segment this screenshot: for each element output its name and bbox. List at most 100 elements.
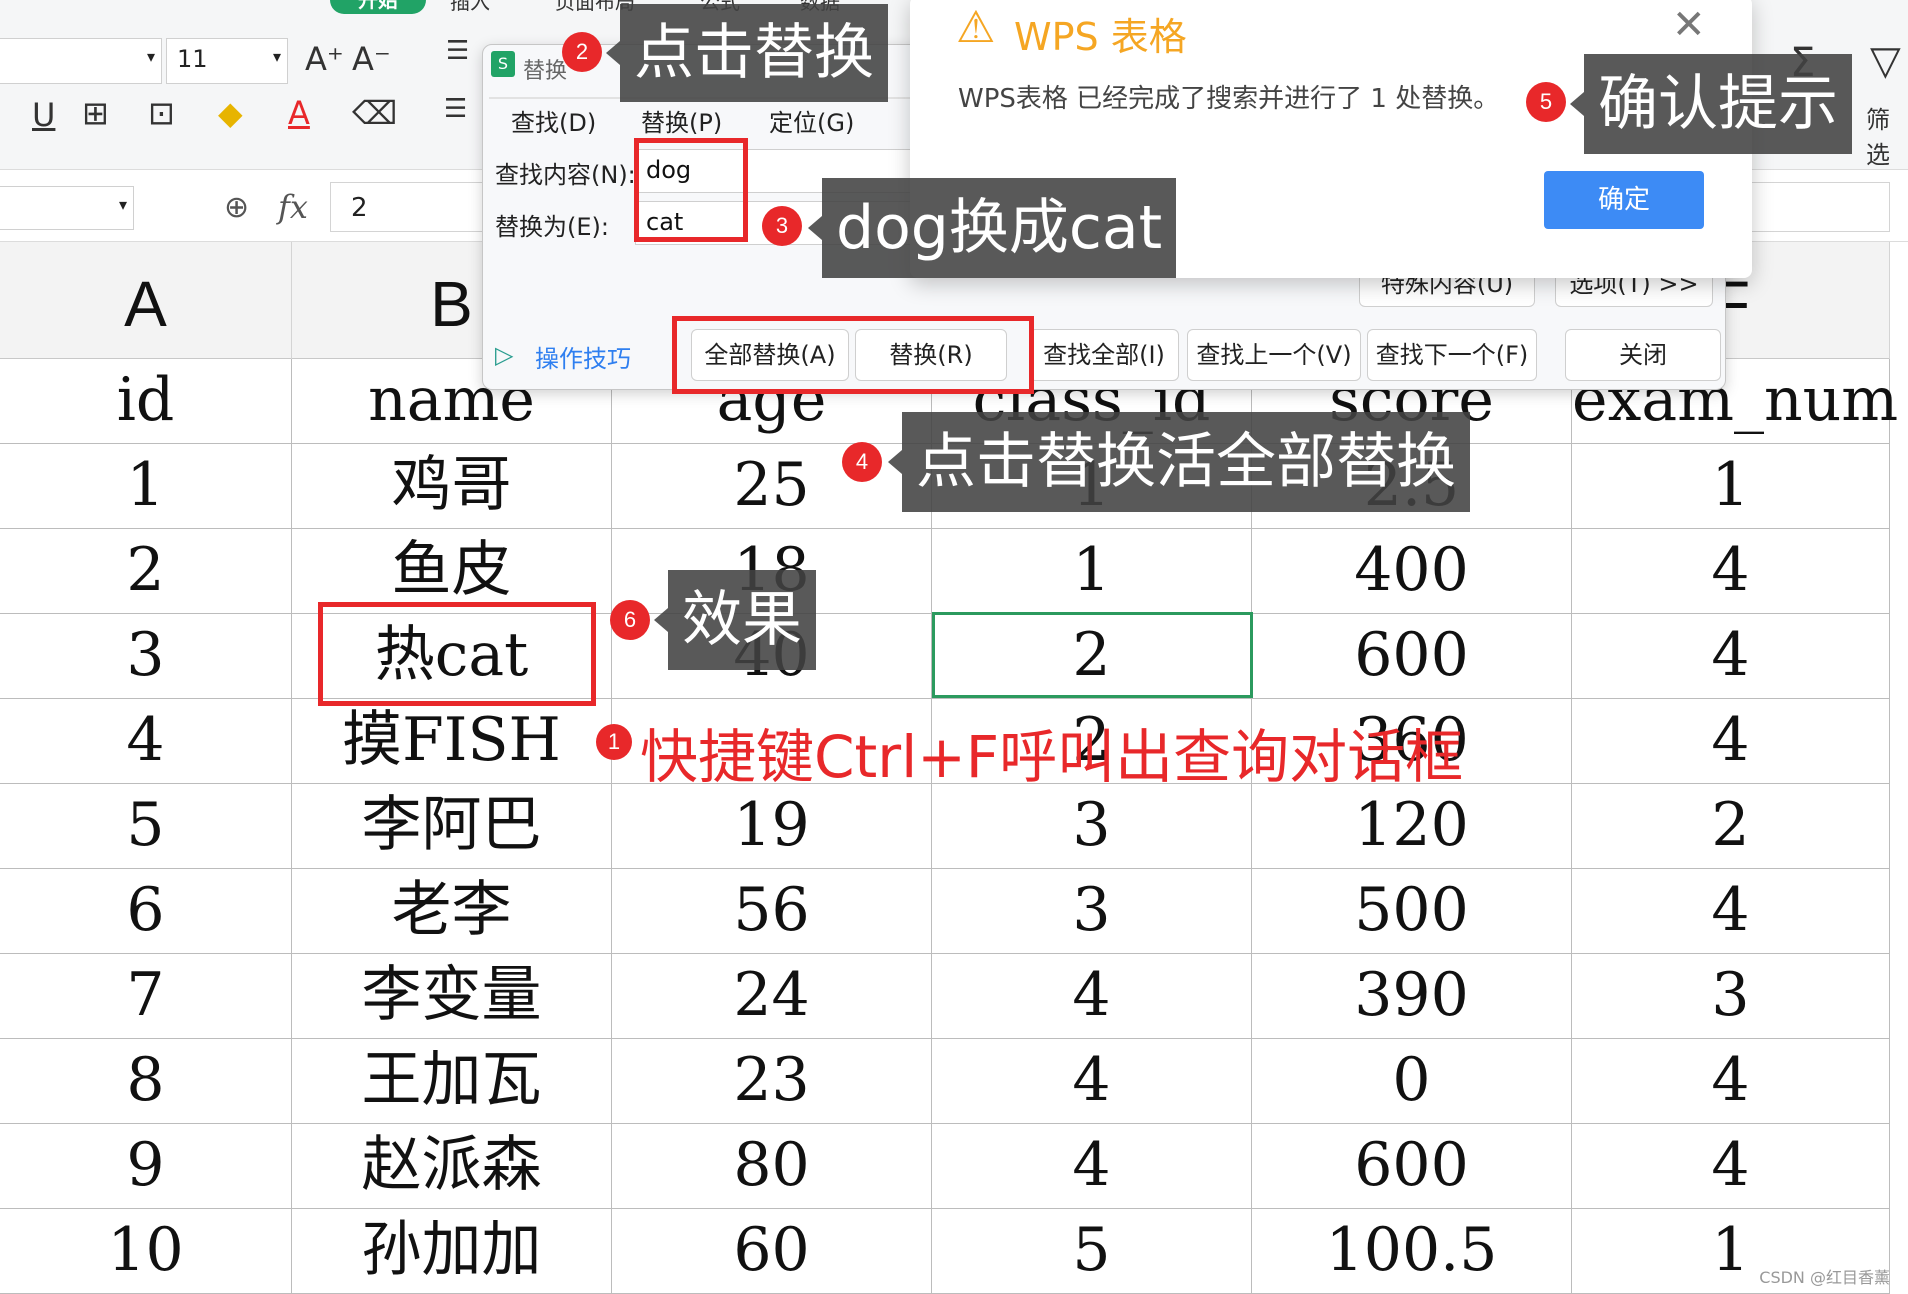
chevron-down-icon: ▾	[272, 47, 281, 66]
cell-name[interactable]: 赵派森	[292, 1124, 612, 1209]
cell-class-id[interactable]: 4	[932, 1124, 1252, 1209]
cell-name[interactable]: 王加瓦	[292, 1039, 612, 1124]
cell-id[interactable]: 8	[0, 1039, 292, 1124]
find-next-button[interactable]: 查找下一个(F)	[1367, 329, 1537, 381]
cell-id[interactable]: 2	[0, 529, 292, 614]
cell-name[interactable]: 李阿巴	[292, 784, 612, 869]
find-previous-button[interactable]: 查找上一个(V)	[1187, 329, 1361, 381]
cell-name[interactable]: 李变量	[292, 954, 612, 1039]
tab-insert[interactable]: 插入	[450, 0, 490, 15]
cell-exam-num[interactable]: 4	[1572, 1039, 1890, 1124]
step-5-callout: 确认提示	[1570, 54, 1852, 154]
cell-exam-num[interactable]: 2	[1572, 784, 1890, 869]
fx-icon[interactable]: fx	[278, 188, 308, 226]
find-all-button[interactable]: 查找全部(I)	[1029, 329, 1179, 381]
cell-age[interactable]: 24	[612, 954, 932, 1039]
header-cell-id[interactable]: id	[0, 359, 292, 444]
cell-score[interactable]: 500	[1252, 869, 1572, 954]
step-badge-2: 2	[562, 32, 602, 72]
message-text: WPS表格 已经完成了搜索并进行了 1 处替换。	[958, 84, 1500, 114]
cell-age[interactable]: 56	[612, 869, 932, 954]
cell-id[interactable]: 9	[0, 1124, 292, 1209]
cell-class-id[interactable]: 1	[932, 529, 1252, 614]
ok-button[interactable]: 确定	[1544, 171, 1704, 229]
underline-icon[interactable]: U	[32, 96, 55, 134]
tab-home[interactable]: 开始	[330, 0, 426, 14]
step-2-callout: 点击替换	[606, 4, 888, 102]
cell-id[interactable]: 1	[0, 444, 292, 529]
warning-icon: ⚠	[956, 2, 996, 53]
zoom-icon[interactable]: ⊕	[224, 190, 249, 225]
cell-class-id[interactable]: 3	[932, 784, 1252, 869]
step-1-caption: 快捷键Ctrl+F呼叫出查询对话框	[640, 723, 1464, 791]
selected-cell-outline	[932, 612, 1253, 698]
step-badge-4: 4	[842, 442, 882, 482]
cell-exam-num[interactable]: 1	[1572, 444, 1890, 529]
cell-score[interactable]: 600	[1252, 1124, 1572, 1209]
cell-class-id[interactable]: 5	[932, 1209, 1252, 1294]
cell-id[interactable]: 6	[0, 869, 292, 954]
font-size-value: 11	[177, 45, 208, 73]
tab-goto[interactable]: 定位(G)	[769, 103, 854, 138]
formula-value: 2	[351, 193, 368, 223]
cell-id[interactable]: 7	[0, 954, 292, 1039]
cell-exam-num[interactable]: 4	[1572, 869, 1890, 954]
border-icon[interactable]: ⊞	[82, 94, 109, 132]
cell-score[interactable]: 0	[1252, 1039, 1572, 1124]
cell-id[interactable]: 4	[0, 699, 292, 784]
step-3-callout: dog换成cat	[807, 178, 1177, 278]
cell-score[interactable]: 100.5	[1252, 1209, 1572, 1294]
cell-id[interactable]: 5	[0, 784, 292, 869]
cell-age[interactable]: 19	[612, 784, 932, 869]
cell-class-id[interactable]: 4	[932, 954, 1252, 1039]
decrease-font-icon[interactable]: A⁻	[352, 40, 391, 78]
cell-style-icon[interactable]: ⊡	[148, 94, 175, 132]
cell-name[interactable]: 孙加加	[292, 1209, 612, 1294]
filter-label[interactable]: 筛选	[1866, 100, 1908, 170]
cell-age[interactable]: 60	[612, 1209, 932, 1294]
watermark: CSDN @红目香薰	[1759, 1268, 1890, 1287]
cell-id[interactable]: 10	[0, 1209, 292, 1294]
cell-score[interactable]: 390	[1252, 954, 1572, 1039]
filter-icon[interactable]: ▽	[1870, 38, 1901, 84]
cell-id[interactable]: 3	[0, 614, 292, 699]
cell-age[interactable]: 23	[612, 1039, 932, 1124]
cell-name[interactable]: 摸FISH	[292, 699, 612, 784]
step-badge-5: 5	[1526, 82, 1566, 122]
cell-name[interactable]: 鸡哥	[292, 444, 612, 529]
align-top-icon[interactable]: ☰	[446, 36, 469, 66]
increase-font-icon[interactable]: A⁺	[305, 40, 344, 78]
cell-class-id[interactable]: 4	[932, 1039, 1252, 1124]
cell-exam-num[interactable]: 4	[1572, 1124, 1890, 1209]
chevron-down-icon: ▾	[146, 47, 155, 66]
step-badge-6: 6	[610, 600, 650, 640]
font-name-combo[interactable]: ▾	[0, 38, 162, 84]
align-left-icon[interactable]: ☰	[444, 94, 467, 124]
font-size-combo[interactable]: 11 ▾	[166, 38, 288, 84]
close-button[interactable]: 关闭	[1565, 329, 1721, 381]
cell-score[interactable]: 400	[1252, 529, 1572, 614]
tab-replace[interactable]: 替换(P)	[641, 103, 722, 138]
step-6-callout: 效果	[654, 570, 816, 670]
name-box[interactable]: ▾	[0, 186, 134, 230]
tab-find[interactable]: 查找(D)	[511, 103, 596, 138]
replace-label: 替换为(E):	[495, 213, 609, 241]
cell-age[interactable]: 80	[612, 1124, 932, 1209]
cell-exam-num[interactable]: 4	[1572, 529, 1890, 614]
cell-class-id[interactable]: 3	[932, 869, 1252, 954]
cell-exam-num[interactable]: 4	[1572, 614, 1890, 699]
message-box-title: WPS 表格	[1014, 15, 1187, 59]
fill-color-icon[interactable]: ◆	[218, 94, 243, 132]
font-color-icon[interactable]: A	[288, 94, 310, 132]
cell-age[interactable]: 25	[612, 444, 932, 529]
chevron-down-icon: ▾	[118, 195, 127, 214]
cell-name[interactable]: 老李	[292, 869, 612, 954]
eraser-icon[interactable]: ⌫	[352, 94, 397, 132]
cell-exam-num[interactable]: 4	[1572, 699, 1890, 784]
cell-score[interactable]: 120	[1252, 784, 1572, 869]
close-icon[interactable]: ✕	[1672, 2, 1706, 48]
cell-exam-num[interactable]: 3	[1572, 954, 1890, 1039]
play-circle-icon: ▷	[495, 341, 514, 369]
cell-score[interactable]: 600	[1252, 614, 1572, 699]
tips-link[interactable]: 操作技巧	[535, 339, 631, 374]
